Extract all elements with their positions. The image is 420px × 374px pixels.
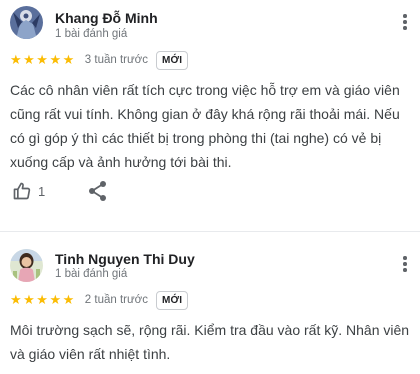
rating-row: ★★★★★ 2 tuần trước MỚI <box>10 290 189 310</box>
review-text: Môi trường sạch sẽ, rộng rãi. Kiểm tra đ… <box>10 322 410 362</box>
review-time: 2 tuần trước <box>84 294 148 306</box>
review-count: 1 bài đánh giá <box>55 28 128 40</box>
new-badge: MỚI <box>155 50 189 70</box>
review-actions: 1 <box>12 180 106 202</box>
star-rating: ★★★★★ <box>10 52 76 68</box>
divider <box>0 231 420 232</box>
like-count: 1 <box>38 183 46 199</box>
review-author[interactable]: Khang Đỗ Minh <box>55 10 158 26</box>
review-text: Các cô nhân viên rất tích cực trong việc… <box>10 82 400 170</box>
review-time: 3 tuần trước <box>84 54 148 66</box>
rating-row: ★★★★★ 3 tuần trước MỚI <box>10 50 189 70</box>
new-badge: MỚI <box>155 290 189 310</box>
avatar[interactable] <box>10 6 43 39</box>
star-rating: ★★★★★ <box>10 292 76 308</box>
thumbs-up-icon[interactable] <box>12 181 32 201</box>
review-author[interactable]: Tinh Nguyen Thi Duy <box>55 251 195 267</box>
share-icon[interactable] <box>88 180 108 207</box>
avatar[interactable] <box>10 249 43 282</box>
more-options-icon[interactable] <box>402 14 408 34</box>
more-options-icon[interactable] <box>402 256 408 276</box>
review-count: 1 bài đánh giá <box>55 268 128 280</box>
